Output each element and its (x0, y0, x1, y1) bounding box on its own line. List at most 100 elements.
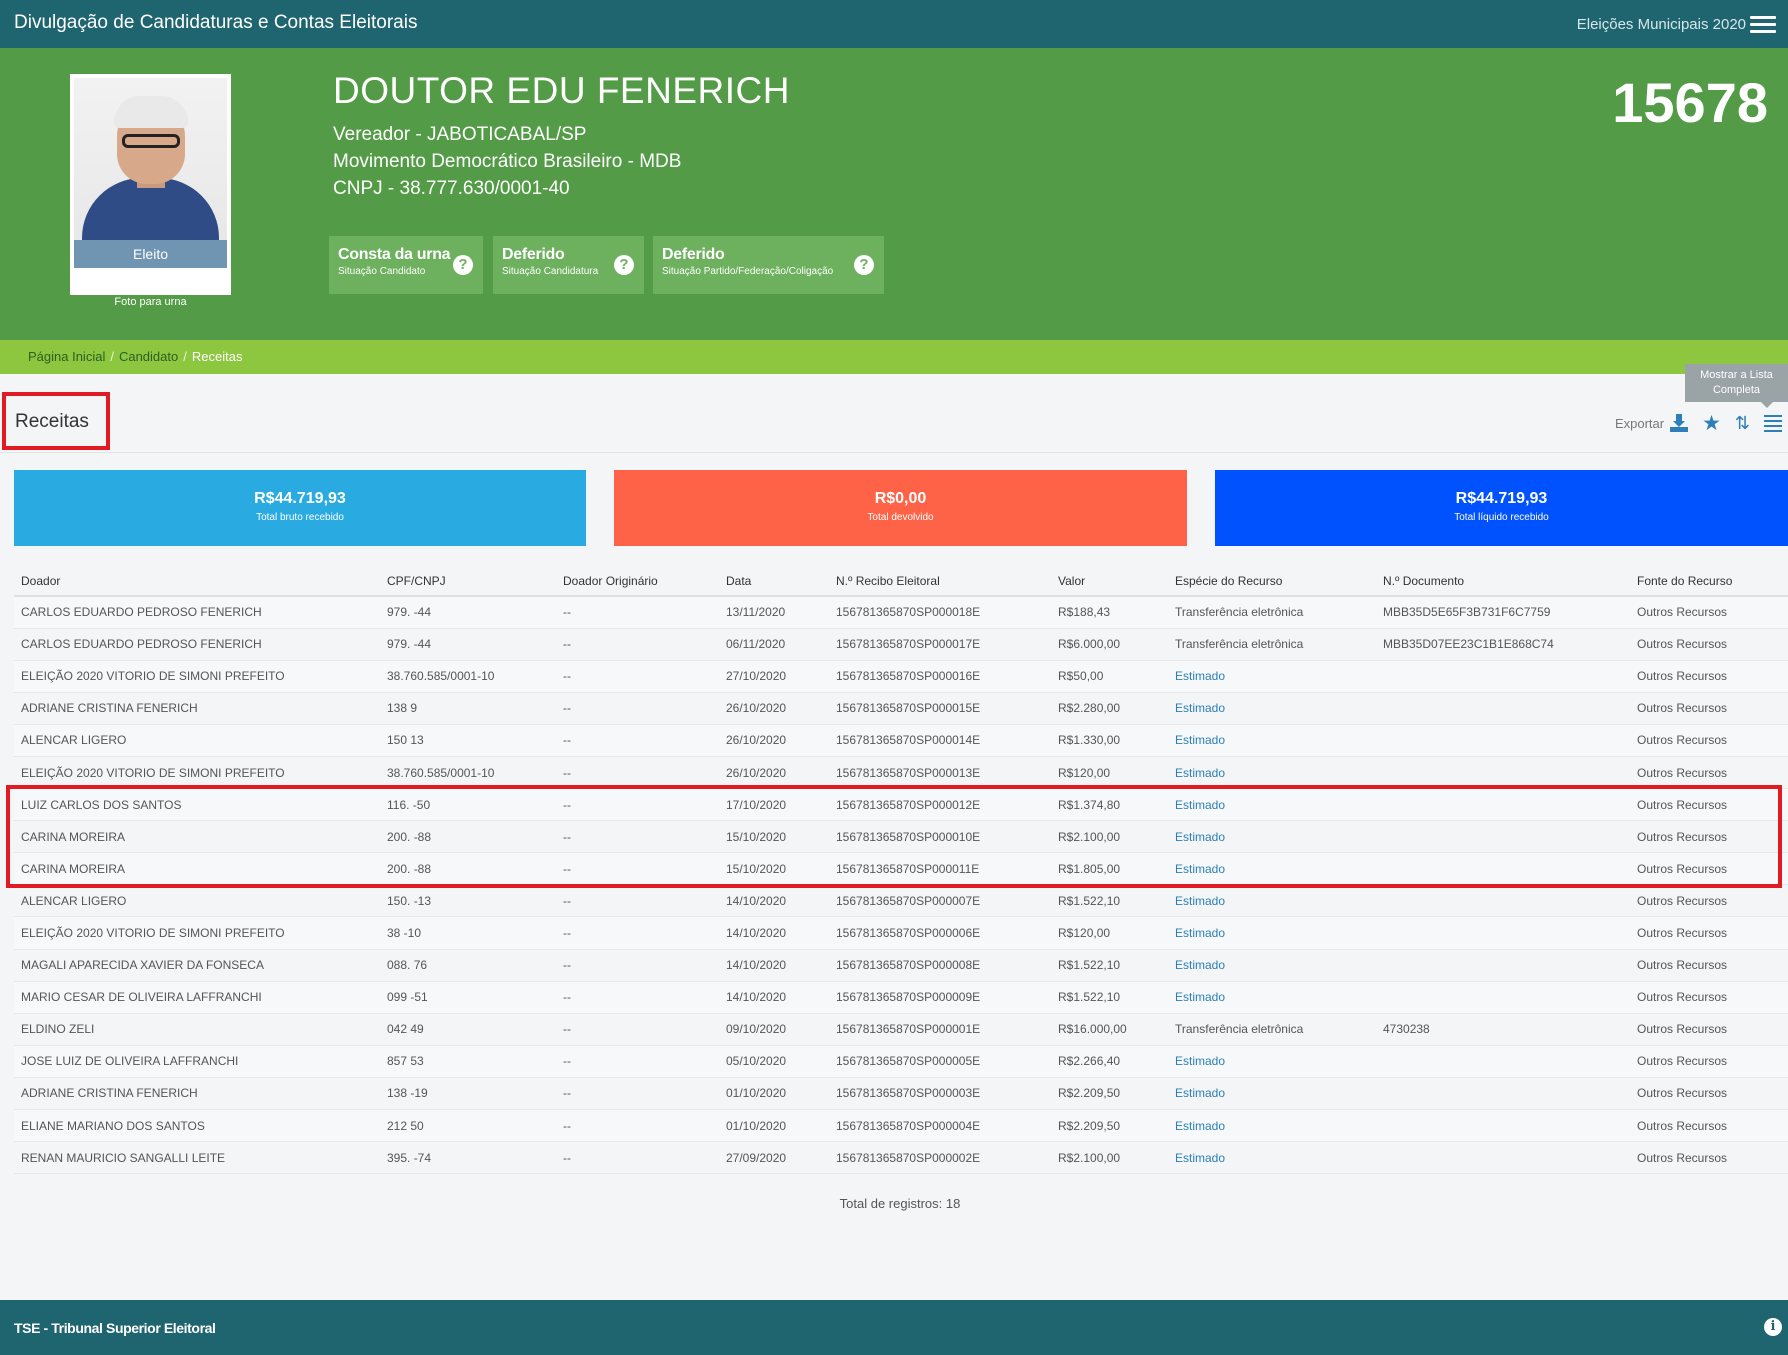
table-cell (1376, 949, 1630, 982)
column-header[interactable]: Data (719, 566, 829, 597)
table-cell: Outros Recursos (1630, 756, 1788, 790)
info-icon[interactable]: i (1764, 1318, 1782, 1336)
summary-net-received: R$44.719,93 Total líquido recebido (1215, 470, 1788, 546)
table-cell: 05/10/2020 (719, 1045, 829, 1078)
table-cell: -- (556, 949, 719, 982)
table-cell: 15/10/2020 (719, 820, 829, 854)
table-cell: 200. -88 (380, 820, 556, 854)
table-cell (1376, 724, 1630, 757)
column-header[interactable]: CPF/CNPJ (380, 566, 556, 597)
table-cell: 14/10/2020 (719, 884, 829, 918)
table-cell (1376, 660, 1630, 693)
list-view-icon[interactable] (1764, 415, 1782, 432)
table-row: CARLOS EDUARDO PEDROSO FENERICH 979. -44-… (14, 628, 1788, 661)
table-cell[interactable]: Estimado (1168, 1109, 1376, 1143)
table-cell[interactable]: Estimado (1168, 660, 1376, 693)
table-cell: 156781365870SP000008E (829, 949, 1051, 982)
breadcrumb-current: Receitas (191, 349, 243, 364)
table-cell: 4730238 (1376, 1013, 1630, 1046)
summary-label: Total bruto recebido (256, 512, 344, 523)
table-row: JOSE LUIZ DE OLIVEIRA LAFFRANCHI 857 53 --… (14, 1045, 1788, 1078)
table-cell: 06/11/2020 (719, 628, 829, 661)
table-cell[interactable]: Estimado (1168, 916, 1376, 950)
table-cell: 200. -88 (380, 852, 556, 886)
help-icon[interactable]: ? (854, 255, 874, 275)
table-cell[interactable]: Estimado (1168, 884, 1376, 918)
table-cell: 01/10/2020 (719, 1077, 829, 1111)
table-cell: 138 9 (380, 692, 556, 725)
table-cell: Outros Recursos (1630, 1013, 1788, 1046)
table-cell: ADRIANE CRISTINA FENERICH (14, 692, 380, 725)
table-cell: Outros Recursos (1630, 852, 1788, 886)
table-cell: 156781365870SP000001E (829, 1013, 1051, 1046)
badge-party-status: Deferido Situação Partido/Federação/Coli… (653, 236, 884, 294)
table-cell[interactable]: Estimado (1168, 756, 1376, 790)
table-cell[interactable]: Estimado (1168, 981, 1376, 1014)
table-cell: Outros Recursos (1630, 981, 1788, 1014)
table-cell: R$2.280,00 (1051, 692, 1168, 725)
table-cell: 099 -51 (380, 981, 556, 1014)
column-header[interactable]: Espécie do Recurso (1168, 566, 1376, 597)
breadcrumb-home[interactable]: Página Inicial (28, 349, 105, 364)
table-row: ELEIÇÃO 2020 VITORIO DE SIMONI PREFEITO 3… (14, 660, 1788, 693)
column-header[interactable]: Fonte do Recurso (1630, 566, 1788, 597)
table-cell: R$2.100,00 (1051, 820, 1168, 854)
table-cell: 27/10/2020 (719, 660, 829, 693)
table-cell: 156781365870SP000012E (829, 788, 1051, 822)
table-cell: R$120,00 (1051, 756, 1168, 790)
candidate-name: DOUTOR EDU FENERICH (333, 70, 790, 111)
column-header[interactable]: Doador (14, 566, 380, 597)
breadcrumb-candidate[interactable]: Candidato (119, 349, 178, 364)
table-cell: Outros Recursos (1630, 788, 1788, 822)
table-cell[interactable]: Estimado (1168, 949, 1376, 982)
summary-returned: R$0,00 Total devolvido (614, 470, 1187, 546)
export-button[interactable]: Exportar (1615, 414, 1689, 432)
help-icon[interactable]: ? (453, 255, 473, 275)
table-row: LUIZ CARLOS DOS SANTOS 116. -50 -- 17/10/20… (14, 788, 1788, 822)
table-cell[interactable]: Estimado (1168, 1045, 1376, 1078)
table-cell: 156781365870SP000005E (829, 1045, 1051, 1078)
sort-az-icon[interactable]: ⇅ (1735, 413, 1750, 434)
candidate-number: 15678 (1612, 71, 1768, 134)
table-cell: 156781365870SP000009E (829, 981, 1051, 1014)
table-cell: 26/10/2020 (719, 724, 829, 757)
section-title: Receitas (2, 392, 110, 450)
hamburger-menu-icon[interactable] (1750, 16, 1776, 34)
table-cell[interactable]: Estimado (1168, 1077, 1376, 1111)
star-icon[interactable]: ★ (1702, 411, 1721, 436)
app-title[interactable]: Divulgação de Candidaturas e Contas Elei… (14, 12, 417, 34)
table-cell: Outros Recursos (1630, 1045, 1788, 1078)
table-cell: 38.760.585/0001-10 (380, 756, 556, 790)
table-cell[interactable]: Estimado (1168, 1141, 1376, 1175)
table-cell: 156781365870SP000018E (829, 596, 1051, 629)
table-cell: R$6.000,00 (1051, 628, 1168, 661)
column-header[interactable]: Valor (1051, 566, 1168, 597)
table-cell: 156781365870SP000002E (829, 1141, 1051, 1175)
help-icon[interactable]: ? (614, 255, 634, 275)
table-cell: CARLOS EDUARDO PEDROSO FENERICH (14, 596, 380, 629)
column-header[interactable]: N.º Documento (1376, 566, 1630, 597)
table-cell[interactable]: Estimado (1168, 852, 1376, 886)
table-row: MAGALI APARECIDA XAVIER DA FONSECA 088. 7… (14, 949, 1788, 982)
table-cell: -- (556, 596, 719, 629)
photo-caption: Foto para urna (114, 296, 187, 308)
table-cell: -- (556, 1109, 719, 1143)
table-cell: 979. -44 (380, 628, 556, 661)
table-cell: Outros Recursos (1630, 724, 1788, 757)
table-cell[interactable]: Estimado (1168, 788, 1376, 822)
table-row: ELDINO ZELI 042 49 -- 09/10/2020 15678136587… (14, 1013, 1788, 1046)
table-cell: 042 49 (380, 1013, 556, 1046)
election-label: Eleições Municipais 2020 (1576, 16, 1746, 33)
badge-candidate-status: Consta da urna Situação Candidato ? (329, 236, 483, 294)
table-cell: 150. -13 (380, 884, 556, 918)
table-cell: -- (556, 660, 719, 693)
table-cell: 09/10/2020 (719, 1013, 829, 1046)
table-cell[interactable]: Estimado (1168, 820, 1376, 854)
table-cell[interactable]: Estimado (1168, 692, 1376, 725)
footer: TSE - Tribunal Superior Eleitoral i (0, 1300, 1788, 1355)
table-cell: R$120,00 (1051, 916, 1168, 950)
column-header[interactable]: Doador Originário (556, 566, 719, 597)
table-cell[interactable]: Estimado (1168, 724, 1376, 757)
column-header[interactable]: N.º Recibo Eleitoral (829, 566, 1051, 597)
table-cell: R$1.330,00 (1051, 724, 1168, 757)
